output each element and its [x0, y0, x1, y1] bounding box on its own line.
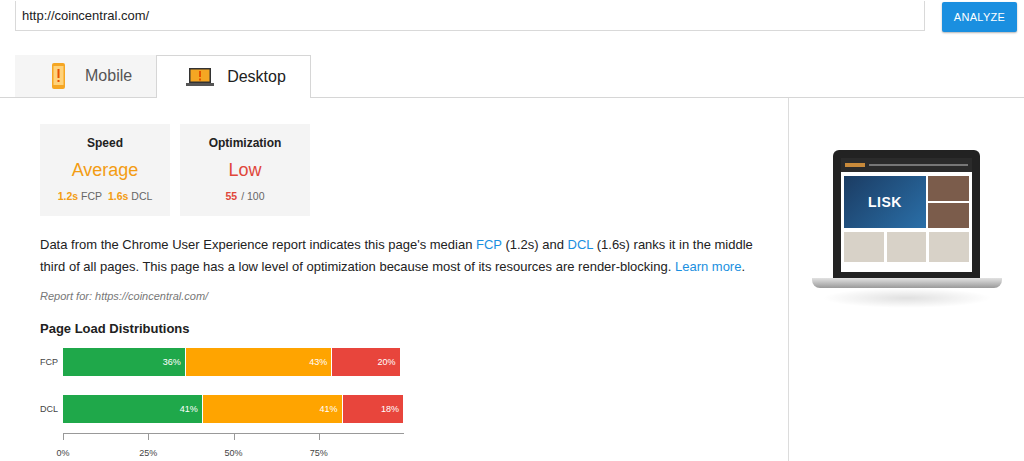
tick-label: 50% — [224, 448, 242, 458]
tick-mark — [63, 434, 64, 440]
help-link[interactable]: FCP — [476, 237, 502, 252]
row-label: DCL — [40, 404, 63, 414]
laptop-preview: LISK — [812, 150, 1002, 461]
axis-ticks: 0%25%50%75% — [63, 444, 404, 461]
summary-fragment: (1.2s) and — [502, 237, 568, 252]
metric-value: 1.6s — [108, 190, 128, 202]
url-field[interactable] — [15, 1, 925, 31]
laptop-base — [812, 278, 1002, 288]
hero-tile — [928, 176, 969, 201]
thumb-row — [844, 232, 969, 262]
tick-mark — [148, 434, 149, 440]
analyze-button[interactable]: ANALYZE — [942, 2, 1017, 32]
main-area: Speed Average 1.2s FCP 1.6s DCL Optimization… — [0, 98, 1024, 461]
row-label: FCP — [40, 357, 63, 367]
summary-fragment: Data from the Chrome User Experience rep… — [40, 237, 476, 252]
metric: 1.2s FCP — [58, 190, 102, 202]
thumb-nav — [869, 164, 968, 166]
tick-label: 0% — [56, 448, 69, 458]
chart-row: DCL 41% 41% 18% — [40, 395, 788, 423]
summary-fragment: . — [741, 259, 745, 274]
bar-segment: 36% — [63, 348, 186, 376]
summary-cards: Speed Average 1.2s FCP 1.6s DCL Optimization… — [40, 124, 788, 216]
segment-label: 18% — [381, 404, 399, 414]
thumb-header — [841, 158, 972, 172]
segment-label: 41% — [320, 404, 338, 414]
thumb-tile — [929, 232, 969, 262]
bar-segment: 41% — [203, 395, 343, 423]
speed-rating: Average — [72, 160, 139, 181]
help-link[interactable]: DCL — [568, 237, 594, 252]
tab-label: Mobile — [85, 67, 132, 85]
thumb-logo-icon — [845, 163, 865, 167]
optimization-rating: Low — [228, 160, 261, 181]
bar-track: 36% 43% 20% — [63, 348, 404, 376]
hero-tile — [928, 203, 969, 228]
metric-label: FCP — [81, 190, 102, 202]
segment-label: 20% — [378, 357, 396, 367]
optimization-card: Optimization Low 55 / 100 — [180, 124, 310, 216]
phone-warning-icon — [43, 61, 73, 91]
hero-banner: LISK — [844, 176, 926, 228]
thumb-tile — [887, 232, 927, 262]
card-title: Speed — [87, 136, 123, 150]
chart-row: FCP 36% 43% 20% — [40, 348, 788, 376]
bar-segment: 43% — [186, 348, 333, 376]
tick-label: 25% — [139, 448, 157, 458]
hero-side — [928, 176, 969, 228]
metric-value: 1.2s — [58, 190, 78, 202]
laptop-shadow — [822, 288, 992, 308]
top-bar: ANALYZE — [0, 0, 1024, 34]
bar-segment: 20% — [332, 348, 400, 376]
tick-mark — [234, 434, 235, 440]
tab[interactable]: Mobile — [15, 55, 156, 97]
thumb-tile — [844, 232, 884, 262]
metric: 1.6s DCL — [108, 190, 152, 202]
segment-label: 41% — [180, 404, 198, 414]
metric-label: DCL — [131, 190, 152, 202]
distribution-chart: FCP 36% 43% 20% DCL 41% 41% 18% 0% 25% 50% 75% — [40, 348, 788, 461]
laptop-screen: LISK — [833, 150, 980, 278]
thumb-hero: LISK — [844, 176, 969, 228]
score-value: 55 — [225, 190, 237, 202]
laptop-warning-icon — [185, 62, 215, 92]
bar-segment: 18% — [343, 395, 404, 423]
chart-title: Page Load Distributions — [40, 321, 788, 336]
results-panel: Speed Average 1.2s FCP 1.6s DCL Optimization… — [0, 98, 789, 461]
segment-label: 36% — [163, 357, 181, 367]
speed-metrics: 1.2s FCP 1.6s DCL — [58, 190, 153, 202]
optimization-score: 55 / 100 — [225, 190, 264, 202]
preview-panel: LISK — [789, 98, 1024, 461]
bar-track: 41% 41% 18% — [63, 395, 404, 423]
tab[interactable]: Desktop — [156, 55, 311, 98]
tab-bar: Mobile Desktop — [0, 55, 1024, 98]
tick-mark — [319, 434, 320, 440]
bar-segment: 41% — [63, 395, 203, 423]
summary-text: Data from the Chrome User Experience rep… — [40, 234, 780, 278]
score-max: / 100 — [241, 190, 264, 202]
tick-label: 75% — [310, 448, 328, 458]
help-link[interactable]: Learn more — [675, 259, 741, 274]
page-thumbnail: LISK — [841, 158, 972, 272]
card-title: Optimization — [209, 136, 282, 150]
segment-label: 43% — [309, 357, 327, 367]
speed-card: Speed Average 1.2s FCP 1.6s DCL — [40, 124, 170, 216]
report-url: Report for: https://coincentral.com/ — [40, 290, 788, 302]
tab-label: Desktop — [227, 68, 286, 86]
